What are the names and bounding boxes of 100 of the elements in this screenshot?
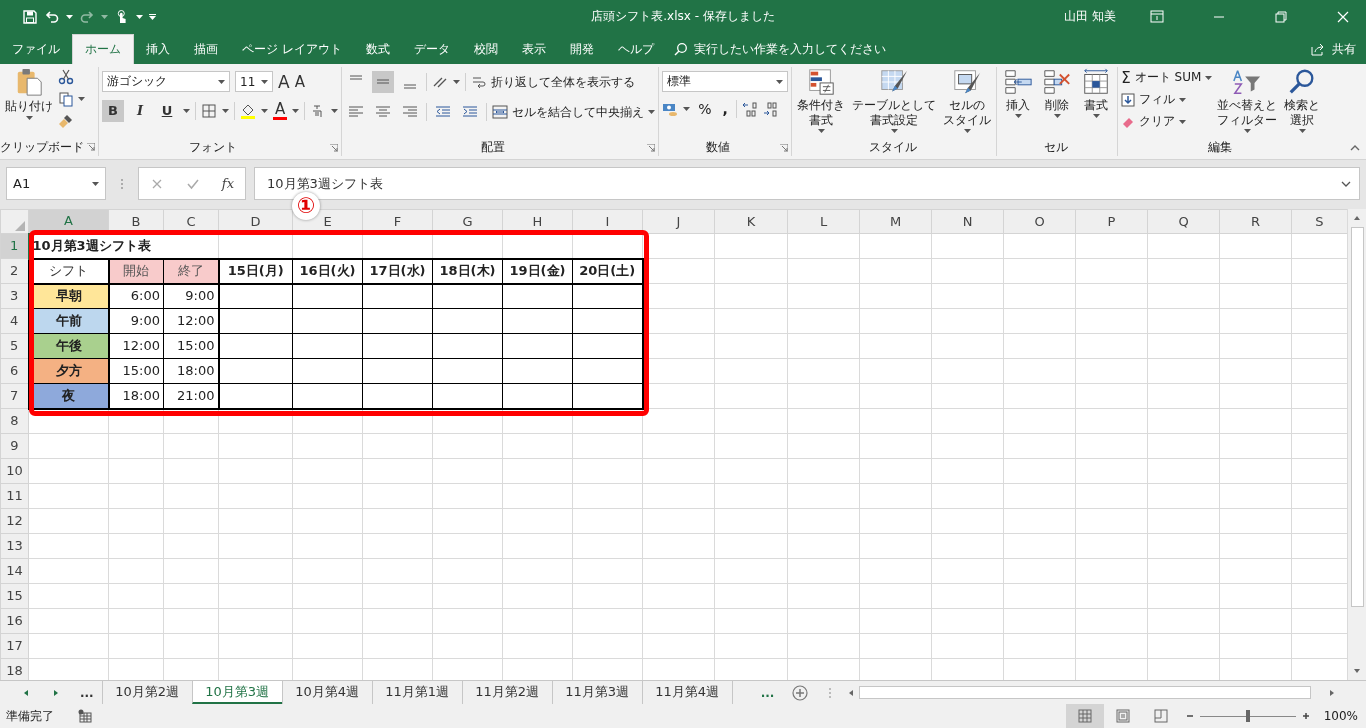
table-cell: 15:00 [163, 333, 219, 359]
row-header[interactable]: 16 [0, 608, 29, 634]
table-cell: 9:00 [108, 308, 164, 334]
column-header[interactable]: L [787, 209, 860, 234]
group-label: セル [1042, 138, 1069, 156]
ribbon-tab[interactable]: 描画 [182, 35, 230, 64]
table-cell: 12:00 [163, 308, 219, 334]
row-header[interactable]: 7 [0, 383, 29, 409]
grow-font-button[interactable]: A [278, 71, 290, 92]
more-sheets-button[interactable]: ... [760, 685, 775, 700]
font-name-field[interactable]: 游ゴシック [102, 71, 230, 92]
row-header[interactable]: 15 [0, 583, 29, 609]
ribbon-tab[interactable]: 数式 [353, 35, 402, 64]
column-header[interactable]: A [28, 209, 109, 234]
row-header[interactable]: 6 [0, 358, 29, 384]
ribbon-tab[interactable]: 校閲 [461, 35, 510, 64]
font-size-field[interactable]: 11 [235, 71, 273, 92]
column-header[interactable]: P [1075, 209, 1148, 234]
row-header[interactable]: 11 [0, 483, 29, 509]
ribbon-tab[interactable]: ヘルプ [605, 35, 666, 64]
share-button[interactable]: 共有 [1326, 35, 1366, 64]
ribbon-tab[interactable]: 表示 [509, 35, 558, 64]
header-cell: 19日(金) [502, 258, 573, 284]
ribbon-tab[interactable]: データ [401, 35, 462, 64]
group-label: 配置 [480, 139, 507, 156]
row-header[interactable]: 12 [0, 508, 29, 534]
comma-style-button[interactable]: , [719, 101, 731, 117]
autosum-button[interactable]: Σ オート SUM [1121, 69, 1213, 86]
font-style-button[interactable]: I [129, 100, 151, 122]
font-style-button[interactable]: U [156, 100, 178, 122]
find-select-button[interactable]: 検索と 選択 [1282, 67, 1323, 133]
table-cell: 15:00 [108, 358, 164, 384]
status-text: 準備完了 [6, 707, 54, 725]
column-header[interactable]: S [1291, 209, 1347, 234]
group-label: フォント [188, 139, 239, 156]
font-style-button[interactable]: B [102, 100, 124, 122]
sheet-tab[interactable]: 10月第3週 [191, 681, 282, 704]
row-header[interactable]: 13 [0, 533, 29, 559]
wrap-text-button[interactable]: 折り返して全体を表示する [471, 73, 636, 91]
header-cell: 15日(月) [218, 258, 293, 284]
name-box[interactable]: A1 [6, 167, 106, 200]
table-cell: 21:00 [163, 383, 219, 409]
style-button[interactable]: セルの スタイル [941, 67, 994, 133]
header-cell: 16日(火) [292, 258, 363, 284]
row-header[interactable]: 10 [0, 458, 29, 484]
group-label: 数値 [705, 139, 732, 156]
header-cell: 20日(土) [572, 258, 643, 284]
column-header[interactable]: N [931, 209, 1004, 234]
cells-button[interactable]: 書式 [1078, 67, 1115, 118]
row-header[interactable]: 18 [0, 658, 29, 680]
row-header[interactable]: 1 [0, 233, 29, 259]
row-header[interactable]: 2 [0, 258, 29, 284]
row-header[interactable]: 8 [0, 408, 29, 434]
row-header[interactable]: 9 [0, 433, 29, 459]
table-cell: 12:00 [108, 333, 164, 359]
column-header[interactable]: Q [1147, 209, 1220, 234]
column-header[interactable]: O [1003, 209, 1076, 234]
group-label: クリップボード [0, 138, 84, 156]
table-cell: 9:00 [163, 283, 219, 309]
row-header[interactable]: 5 [0, 333, 29, 359]
sort-filter-button[interactable]: 並べ替えと フィルター [1215, 67, 1280, 133]
table-cell: 18:00 [163, 358, 219, 384]
font-color-button[interactable]: A [273, 102, 288, 120]
merge-center-button[interactable]: セルを結合して中央揃え [492, 103, 656, 121]
cells-button[interactable]: 削除 [1039, 67, 1076, 118]
tell-me-field[interactable]: 実行したい作業を入力してください [693, 35, 886, 64]
table-cell: 18:00 [108, 383, 164, 409]
ribbon-tab[interactable]: 挿入 [134, 35, 182, 64]
more-sheets-button[interactable]: ... [80, 685, 94, 700]
insert-function-button[interactable]: fx [221, 176, 234, 191]
group-label: スタイル [867, 138, 918, 156]
percent-style-button[interactable]: % [695, 101, 715, 117]
shrink-font-button[interactable]: A [294, 72, 305, 91]
zoom-level[interactable]: 100% [1323, 709, 1358, 723]
fill-button[interactable]: フィル [1121, 91, 1213, 108]
number-format-field[interactable]: 標準 [662, 71, 789, 92]
header-cell: 17日(水) [362, 258, 433, 284]
style-button[interactable]: 条件付き 書式 [795, 67, 848, 133]
cells-button[interactable]: 挿入 [1000, 67, 1037, 118]
ribbon-tab[interactable]: ホーム [72, 34, 134, 64]
table-cell: 6:00 [108, 283, 164, 309]
row-header[interactable]: 4 [0, 308, 29, 334]
ribbon-tab[interactable]: ページ レイアウト [230, 35, 354, 64]
clear-button[interactable]: クリア [1121, 113, 1213, 130]
row-header[interactable]: 14 [0, 558, 29, 584]
style-button[interactable]: テーブルとして 書式設定 [850, 67, 939, 133]
header-cell: 18日(木) [432, 258, 503, 284]
user-name: 山田 知美 [1064, 8, 1116, 25]
row-header[interactable]: 3 [0, 283, 29, 309]
column-header[interactable]: R [1219, 209, 1292, 234]
column-header[interactable]: M [859, 209, 932, 234]
column-header[interactable]: J [642, 209, 715, 234]
window-title: 店頭シフト表.xlsx - 保存しました [591, 8, 775, 25]
column-header[interactable]: K [714, 209, 788, 234]
header-cell: 終了 [163, 258, 219, 284]
ribbon-tab[interactable]: ファイル [0, 35, 72, 64]
header-cell: 開始 [108, 258, 164, 284]
ribbon-tab[interactable]: 開発 [557, 35, 606, 64]
row-header[interactable]: 17 [0, 633, 29, 659]
paste-button[interactable]: 貼り付け [3, 67, 55, 120]
